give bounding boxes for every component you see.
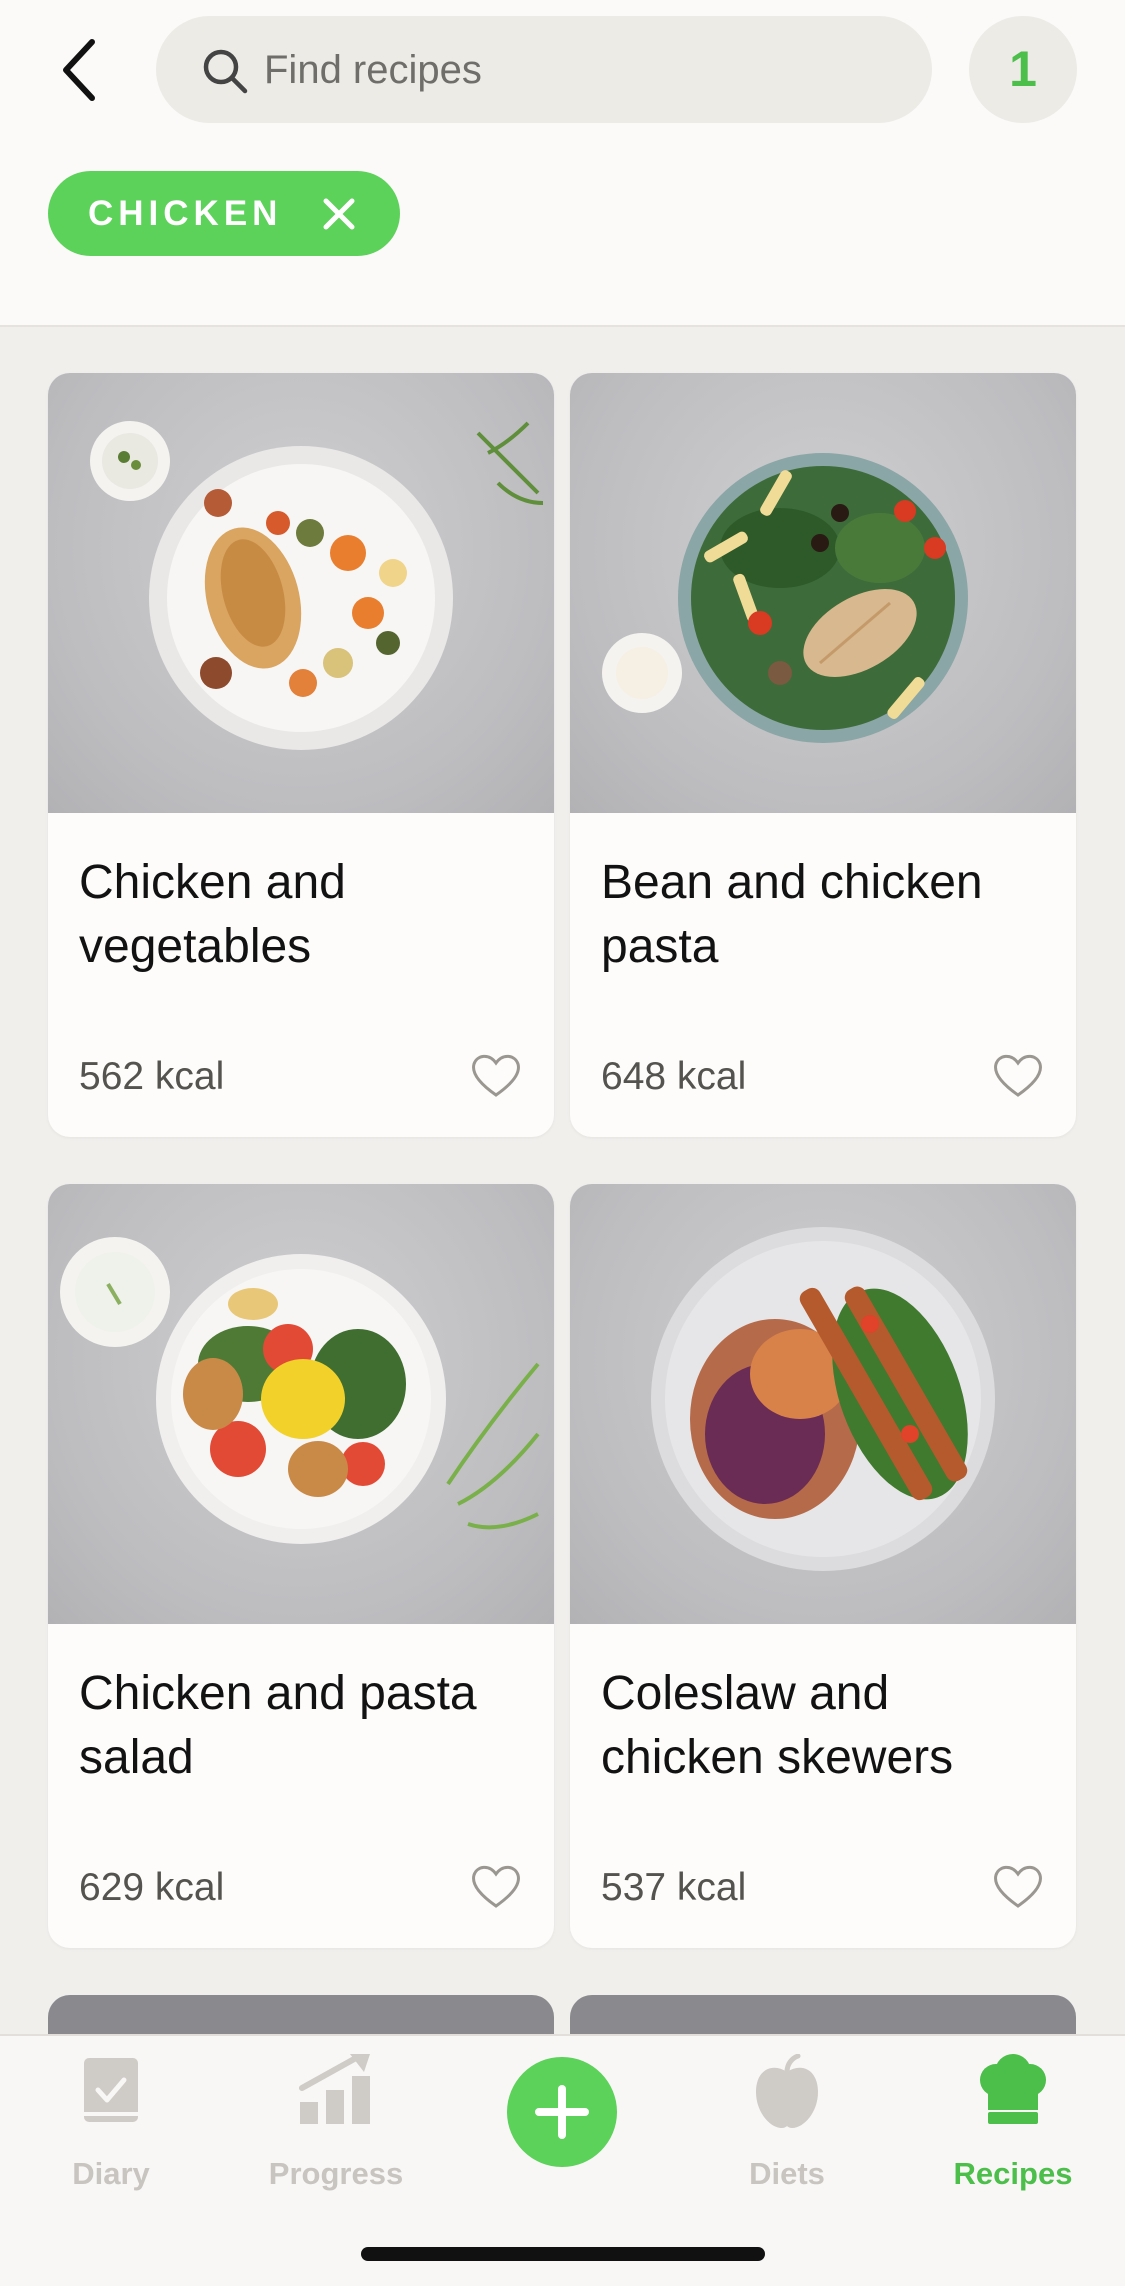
bar-chart-icon bbox=[299, 2054, 370, 2124]
heart-icon[interactable] bbox=[992, 1051, 1044, 1099]
recipe-kcal: 537 kcal bbox=[601, 1866, 747, 1909]
tab-recipes[interactable]: Recipes bbox=[923, 2054, 1103, 2194]
recipe-card[interactable]: Bean and chicken pasta 648 kcal bbox=[570, 373, 1076, 1137]
tab-label: Diary bbox=[72, 2156, 150, 2191]
recipe-card[interactable]: Chicken and pasta salad 629 kcal bbox=[48, 1184, 554, 1948]
back-button[interactable] bbox=[48, 30, 120, 110]
heart-icon[interactable] bbox=[470, 1051, 522, 1099]
recipe-kcal: 562 kcal bbox=[79, 1055, 225, 1098]
heart-icon[interactable] bbox=[470, 1862, 522, 1910]
heart-icon[interactable] bbox=[992, 1862, 1044, 1910]
tab-label: Recipes bbox=[953, 2156, 1073, 2191]
recipe-card[interactable]: Chicken and vegetables 562 kcal bbox=[48, 373, 554, 1137]
add-button[interactable] bbox=[507, 2057, 617, 2167]
tab-label: Diets bbox=[749, 2156, 825, 2191]
apple-icon bbox=[756, 2054, 818, 2128]
recipe-title: Coleslaw and chicken skewers bbox=[601, 1667, 954, 1784]
recipe-title: Chicken and vegetables bbox=[79, 856, 346, 973]
recipe-image bbox=[570, 1184, 1076, 1624]
search-bar[interactable] bbox=[156, 16, 932, 125]
search-input[interactable] bbox=[262, 16, 906, 125]
chevron-left-icon bbox=[63, 39, 95, 101]
tab-diary[interactable]: Diary bbox=[21, 2054, 201, 2194]
search-icon bbox=[203, 49, 248, 94]
chef-hat-icon bbox=[980, 2054, 1046, 2124]
header: 1 CHICKEN bbox=[0, 0, 1125, 327]
tab-label: Progress bbox=[268, 2156, 404, 2191]
close-icon[interactable] bbox=[320, 195, 358, 233]
home-indicator bbox=[361, 2247, 765, 2261]
recipe-image bbox=[570, 373, 1076, 813]
tab-diets[interactable]: Diets bbox=[697, 2054, 877, 2194]
recipe-card[interactable]: Coleslaw and chicken skewers 537 kcal bbox=[570, 1184, 1076, 1948]
recipe-kcal: 629 kcal bbox=[79, 1866, 225, 1909]
recipe-kcal: 648 kcal bbox=[601, 1055, 747, 1098]
recipe-image bbox=[48, 373, 554, 813]
filter-chip-chicken[interactable]: CHICKEN bbox=[48, 171, 400, 256]
recipe-title: Bean and chicken pasta bbox=[601, 856, 983, 973]
filter-chip-label: CHICKEN bbox=[88, 194, 283, 233]
recipe-image bbox=[48, 1184, 554, 1624]
filter-count-badge[interactable]: 1 bbox=[969, 16, 1077, 123]
plus-icon bbox=[535, 2085, 589, 2139]
recipe-title: Chicken and pasta salad bbox=[79, 1667, 477, 1784]
tab-progress[interactable]: Progress bbox=[246, 2054, 426, 2194]
book-icon bbox=[84, 2058, 138, 2122]
